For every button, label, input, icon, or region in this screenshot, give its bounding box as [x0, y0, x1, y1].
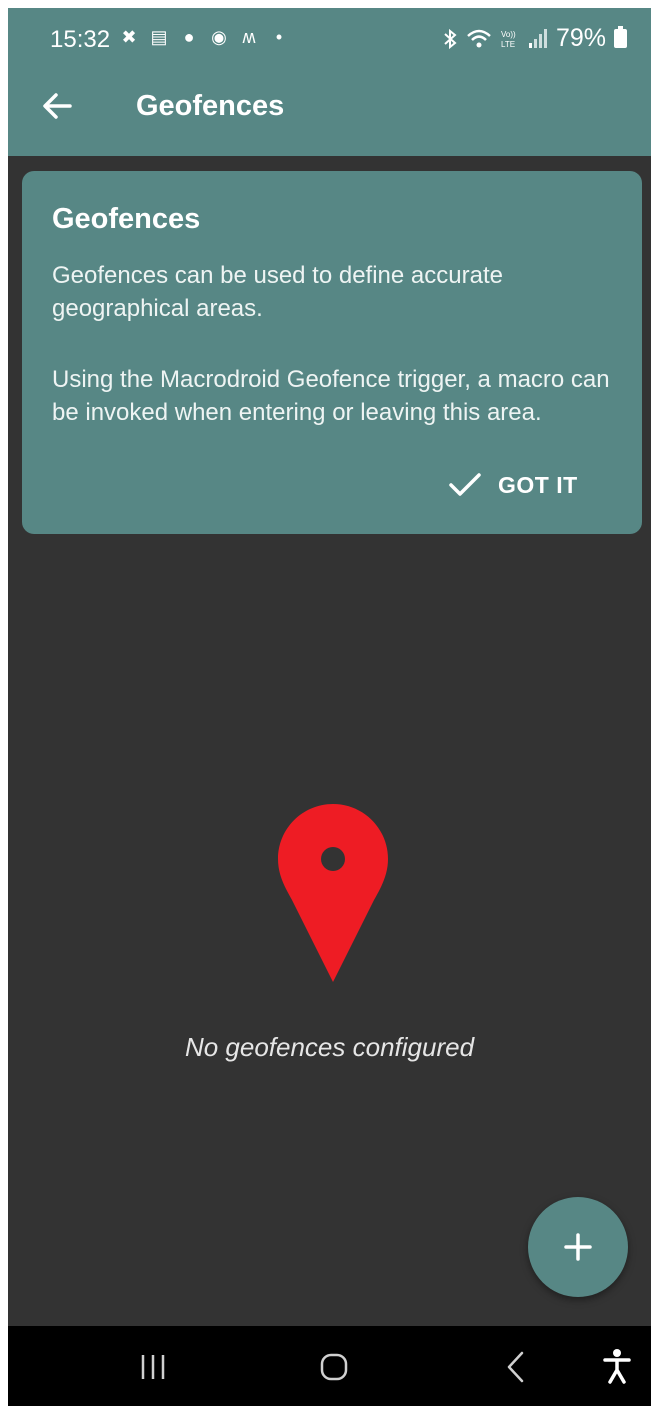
wifi-icon	[467, 29, 491, 47]
status-bar: 15:32 ✖ ▤ ● ◉ ʍ • Vo)) LTE 79%	[8, 8, 651, 68]
battery-icon	[614, 26, 627, 48]
dot-icon: •	[275, 27, 283, 47]
system-navigation-bar	[8, 1326, 651, 1406]
accessibility-icon[interactable]	[602, 1348, 632, 1384]
bluetooth-icon	[444, 28, 457, 49]
monzo-icon: ʍ	[242, 27, 256, 47]
recents-icon[interactable]	[138, 1352, 168, 1382]
empty-state-message: No geofences configured	[184, 1032, 475, 1062]
checkmark-icon	[449, 473, 481, 496]
page-title: Geofences	[136, 90, 285, 122]
moneybox-icon: ●	[183, 27, 195, 47]
location-pin-icon	[278, 804, 388, 982]
home-icon[interactable]	[319, 1352, 349, 1382]
info-card-paragraph-2: Using the Macrodroid Geofence trigger, a…	[52, 366, 610, 426]
system-status-icons: Vo)) LTE 79%	[442, 24, 627, 53]
got-it-button[interactable]: GOT IT	[448, 463, 578, 507]
volte-icon: Vo)) LTE	[501, 30, 516, 49]
svg-text:LTE: LTE	[501, 40, 515, 49]
add-geofence-button[interactable]	[528, 1197, 628, 1297]
info-card: Geofences Geofences can be used to defin…	[22, 171, 642, 534]
halifax-icon: ✖	[121, 27, 137, 47]
battery-percent: 79%	[555, 24, 606, 52]
svg-text:Vo)): Vo))	[501, 30, 516, 39]
back-arrow-icon[interactable]	[34, 82, 82, 130]
nav-back-icon[interactable]	[504, 1350, 528, 1384]
app-icon: ▤	[150, 27, 168, 47]
plus-icon	[564, 1233, 592, 1261]
status-time: 15:32	[50, 26, 111, 53]
got-it-label: GOT IT	[498, 471, 578, 498]
info-card-paragraph-1: Geofences can be used to define accurate…	[52, 262, 503, 322]
app-screen: 15:32 ✖ ▤ ● ◉ ʍ • Vo)) LTE 79% Geofences…	[8, 8, 651, 1406]
notification-icons: ✖ ▤ ● ◉ ʍ •	[118, 26, 290, 48]
signal-icon	[528, 28, 547, 48]
info-card-title: Geofences	[52, 203, 201, 235]
toolbar: Geofences	[8, 68, 651, 156]
app-bar: 15:32 ✖ ▤ ● ◉ ʍ • Vo)) LTE 79% Geofences	[8, 8, 651, 156]
amex-icon: ◉	[211, 27, 227, 47]
